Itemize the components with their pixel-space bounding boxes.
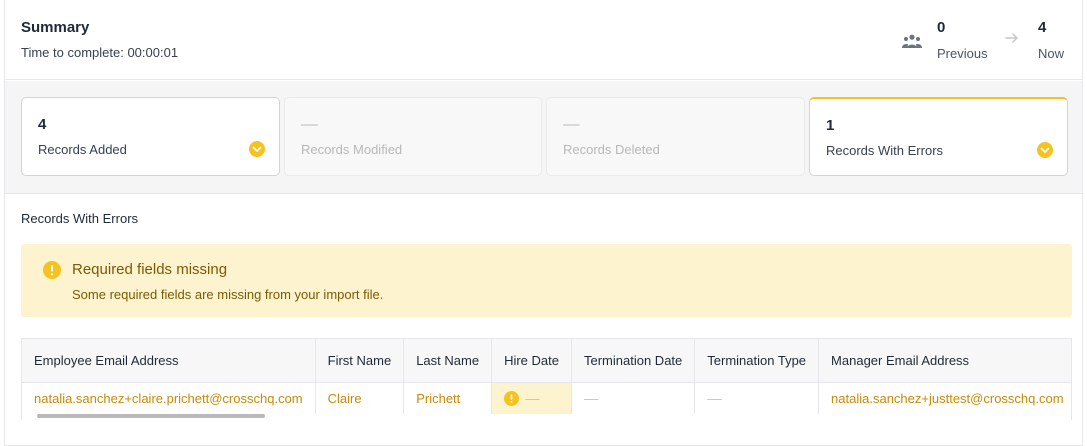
column-header: First Name bbox=[315, 339, 405, 383]
section-heading: Records With Errors bbox=[21, 211, 139, 226]
card-records-with-errors[interactable]: 1 Records With Errors bbox=[809, 97, 1068, 176]
now-count: 4 bbox=[1038, 19, 1047, 36]
card-records-deleted[interactable]: –– Records Deleted bbox=[546, 97, 805, 176]
table-cell: Claire bbox=[315, 382, 405, 414]
column-header: Employee Email Address bbox=[22, 339, 316, 383]
warning-circle-icon bbox=[43, 261, 61, 279]
table-cell: –– bbox=[571, 382, 696, 414]
column-header: Manager Email Address bbox=[818, 339, 1071, 383]
errors-table[interactable]: Employee Email Address First Name Last N… bbox=[21, 338, 1072, 420]
check-circle-icon bbox=[249, 141, 265, 157]
card-label: Records Deleted bbox=[563, 142, 660, 157]
people-icon bbox=[902, 34, 922, 48]
previous-label: Previous bbox=[937, 46, 988, 61]
card-label: Records Added bbox=[38, 142, 127, 157]
horizontal-scrollbar[interactable] bbox=[37, 414, 265, 418]
check-circle-icon bbox=[1037, 142, 1053, 158]
table-cell: Prichett bbox=[403, 382, 493, 414]
table-row[interactable]: natalia.sanchez+claire.prichett@crosschq… bbox=[22, 382, 1071, 414]
import-summary-panel: Summary Time to complete: 00:00:01 0 Pre… bbox=[4, 0, 1083, 446]
card-records-added[interactable]: 4 Records Added bbox=[21, 97, 280, 176]
card-records-modified[interactable]: –– Records Modified bbox=[284, 97, 542, 176]
table-cell: –– bbox=[694, 382, 820, 414]
table-cell-error[interactable]: –– bbox=[491, 382, 572, 414]
card-count: –– bbox=[301, 116, 318, 133]
card-count: 1 bbox=[826, 117, 835, 134]
card-count: 4 bbox=[38, 116, 47, 133]
card-label: Records Modified bbox=[301, 142, 403, 157]
page-title: Summary bbox=[21, 19, 90, 36]
column-header: Termination Date bbox=[571, 339, 696, 383]
card-count: –– bbox=[563, 116, 580, 133]
arrow-right-icon bbox=[1005, 33, 1018, 43]
time-to-complete: Time to complete: 00:00:01 bbox=[21, 45, 179, 60]
cell-value: –– bbox=[525, 390, 540, 406]
table-header-row: Employee Email Address First Name Last N… bbox=[22, 339, 1071, 383]
records-cards: 4 Records Added –– Records Modified –– R… bbox=[5, 81, 1082, 194]
card-label: Records With Errors bbox=[826, 143, 944, 158]
previous-count: 0 bbox=[937, 19, 946, 36]
warning-alert: Required fields missing Some required fi… bbox=[21, 244, 1072, 317]
warning-circle-icon bbox=[504, 390, 520, 406]
summary-header: Summary Time to complete: 00:00:01 0 Pre… bbox=[5, 0, 1082, 80]
now-label: Now bbox=[1038, 46, 1065, 61]
column-header: Termination Type bbox=[694, 339, 820, 383]
column-header: Hire Date bbox=[491, 339, 572, 383]
column-header: Last Name bbox=[403, 339, 493, 383]
table-cell: natalia.sanchez+claire.prichett@crosschq… bbox=[22, 382, 316, 414]
table-cell: natalia.sanchez+justtest@crosschq.com bbox=[818, 382, 1071, 414]
alert-message: Some required fields are missing from yo… bbox=[72, 287, 384, 302]
alert-title: Required fields missing bbox=[72, 261, 228, 278]
